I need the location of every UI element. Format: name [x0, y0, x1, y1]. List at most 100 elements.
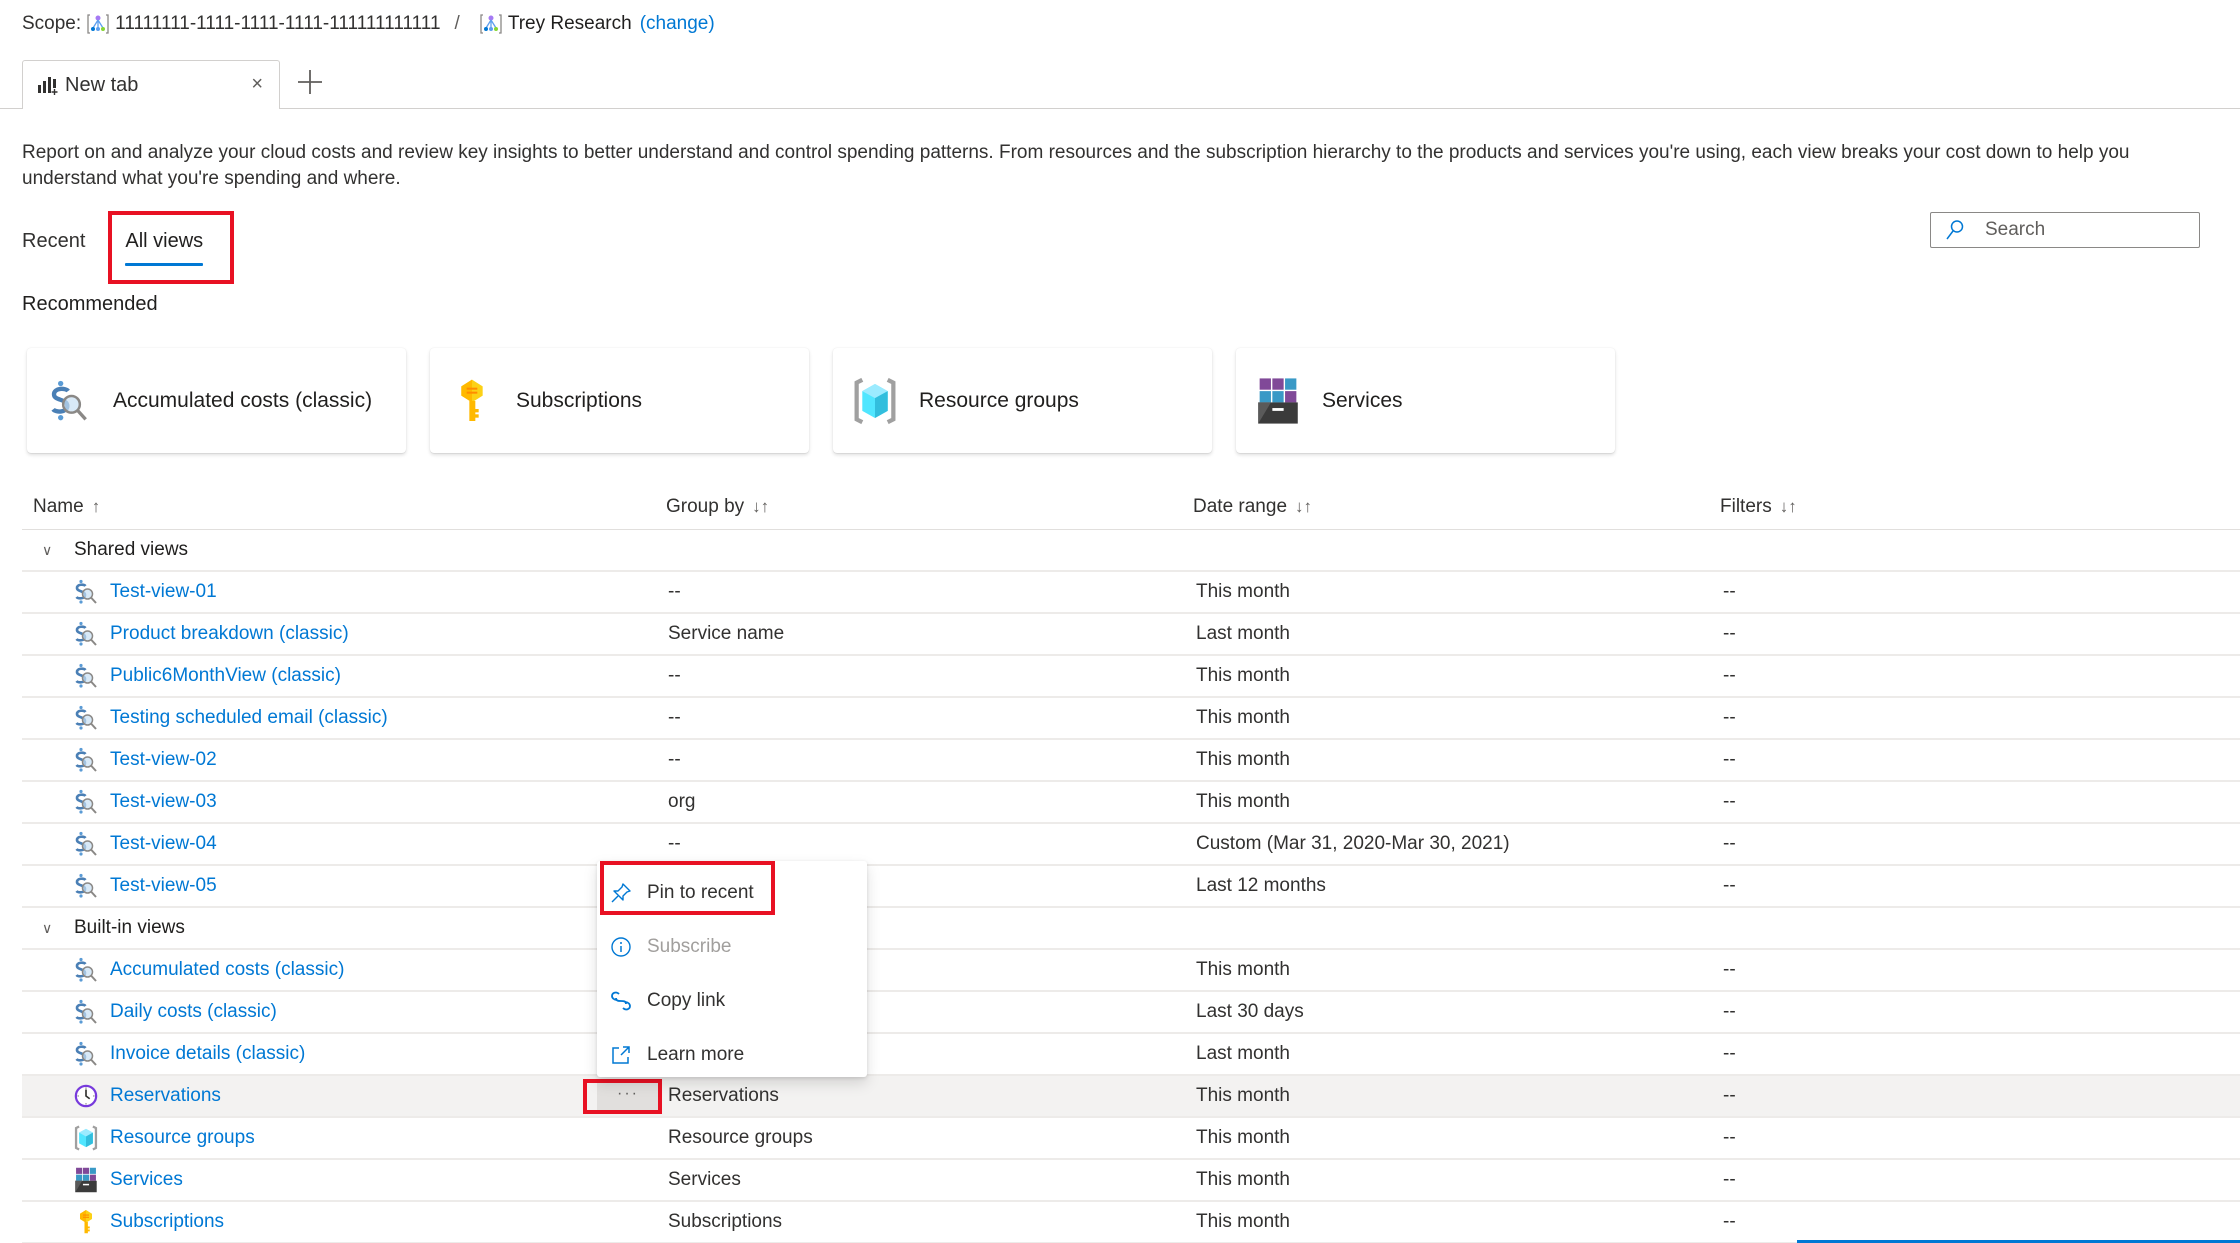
table-row[interactable]: Product breakdown (classic) Service name L… [22, 614, 2240, 656]
cell-name: Test-view-02 [22, 747, 666, 773]
view-name-link[interactable]: Resource groups [110, 1127, 255, 1149]
sort-icon[interactable]: ↓↑ [1295, 497, 1312, 516]
view-name-link[interactable]: Product breakdown (classic) [110, 623, 349, 645]
view-name-link[interactable]: Daily costs (classic) [110, 1001, 277, 1023]
view-name-link[interactable]: Test-view-01 [110, 581, 217, 603]
column-header-date-range[interactable]: Date range ↓↑ [1193, 496, 1720, 518]
cell-filters: -- [1723, 1043, 1736, 1064]
cell-name: Public6MonthView (classic) [22, 663, 666, 689]
services-icon [74, 1167, 98, 1193]
resource-group-icon [853, 377, 897, 425]
table-row[interactable]: Test-view-05 Last 12 months -- [22, 866, 2240, 908]
scope-label: Scope: [22, 13, 82, 34]
column-header-group-by[interactable]: Group by ↓↑ [666, 496, 1193, 518]
view-name-link[interactable]: Subscriptions [110, 1211, 224, 1233]
external-link-icon [612, 1046, 630, 1064]
table-row[interactable]: Daily costs (classic) Last 30 days -- [22, 992, 2240, 1034]
menu-item-pin-to-recent[interactable]: Pin to recent [597, 866, 867, 920]
table-row[interactable]: Resource groups Resource groups This month… [22, 1118, 2240, 1160]
cell-name: Daily costs (classic) [22, 999, 666, 1025]
table-row[interactable]: Subscriptions Subscriptions This month -- [22, 1202, 2240, 1243]
cell-group-by: -- [668, 749, 681, 770]
cell-name: Test-view-04 [22, 831, 666, 857]
cell-date-range: This month [1196, 581, 1290, 602]
card-resource-groups[interactable]: Resource groups [833, 348, 1212, 453]
cost-analysis-icon [38, 77, 58, 95]
menu-item-copy-link[interactable]: Copy link [597, 974, 867, 1028]
table-row[interactable]: Test-view-04 -- Custom (Mar 31, 2020-Mar 3… [22, 824, 2240, 866]
table-row[interactable]: Test-view-01 -- This month -- [22, 572, 2240, 614]
cell-date-range: This month [1196, 1169, 1290, 1190]
tab-label: New tab [65, 73, 139, 96]
column-header-filters[interactable]: Filters ↓↑ [1720, 496, 2240, 518]
pin-icon [611, 883, 631, 903]
view-name-link[interactable]: Reservations [110, 1085, 221, 1107]
view-name-link[interactable]: Invoice details (classic) [110, 1043, 305, 1065]
cost-view-icon [74, 621, 98, 647]
view-name-link[interactable]: Test-view-05 [110, 875, 217, 897]
group-row[interactable]: ∨ Built-in views [22, 908, 2240, 950]
cell-date-range: Last 30 days [1196, 1001, 1304, 1022]
table-body: ∨ Shared views Test-view-01 -- This month -- P… [22, 530, 2240, 1243]
cell-filters: -- [1723, 1085, 1736, 1106]
card-services[interactable]: Services [1236, 348, 1615, 453]
table-row[interactable]: Services Services This month -- [22, 1160, 2240, 1202]
scope-separator: / [454, 13, 460, 34]
cell-filters: -- [1723, 581, 1736, 602]
sort-icon[interactable]: ↓↑ [752, 497, 769, 516]
cell-filters: -- [1723, 833, 1736, 854]
view-name-link[interactable]: Testing scheduled email (classic) [110, 707, 388, 729]
cost-view-icon [74, 831, 98, 857]
more-options-button[interactable]: ··· [597, 1083, 659, 1111]
services-icon [1256, 377, 1300, 425]
table-row[interactable]: Reservations Reservations This month -- [22, 1076, 2240, 1118]
cell-group-by: Resource groups [668, 1127, 813, 1148]
table-header: Name ↑ Group by ↓↑ Date range ↓↑ Filters ↓↑ [22, 484, 2240, 530]
cost-view-icon [74, 873, 98, 899]
view-name-link[interactable]: Public6MonthView (classic) [110, 665, 341, 687]
table-row[interactable]: Accumulated costs (classic) This month -- [22, 950, 2240, 992]
menu-item-learn-more[interactable]: Learn more [597, 1028, 867, 1082]
chevron-down-icon[interactable]: ∨ [42, 920, 62, 937]
table-row[interactable]: Test-view-03 org This month -- [22, 782, 2240, 824]
card-accumulated-costs[interactable]: Accumulated costs (classic) [27, 348, 406, 453]
table-row[interactable]: Testing scheduled email (classic) -- This … [22, 698, 2240, 740]
pivot-recent[interactable]: Recent [22, 222, 85, 262]
table-row[interactable]: Invoice details (classic) Last month -- [22, 1034, 2240, 1076]
pivot-all-views[interactable]: All views [125, 222, 203, 266]
management-group-icon [480, 13, 502, 35]
search-input[interactable] [1985, 219, 2185, 241]
search-box[interactable] [1930, 212, 2200, 248]
add-tab-icon[interactable] [292, 64, 328, 100]
scope-name: Trey Research [507, 13, 632, 34]
link-icon [611, 991, 631, 1011]
view-name-link[interactable]: Accumulated costs (classic) [110, 959, 344, 981]
change-scope-link[interactable]: (change) [640, 13, 715, 35]
sort-ascending-icon[interactable]: ↑ [92, 497, 101, 516]
key-icon [77, 1209, 95, 1235]
column-header-name[interactable]: Name ↑ [22, 496, 666, 518]
chevron-down-icon[interactable]: ∨ [42, 542, 62, 559]
tab-new-tab[interactable]: New tab × [22, 60, 280, 110]
group-row[interactable]: ∨ Shared views [22, 530, 2240, 572]
card-subscriptions[interactable]: Subscriptions [430, 348, 809, 453]
view-name-link[interactable]: Test-view-02 [110, 749, 217, 771]
recommended-cards: Accumulated costs (classic) Subscription… [27, 348, 1615, 453]
cell-group-by: -- [668, 833, 681, 854]
sort-icon[interactable]: ↓↑ [1780, 497, 1797, 516]
view-name-link[interactable]: Test-view-04 [110, 833, 217, 855]
view-name-link[interactable]: Test-view-03 [110, 791, 217, 813]
cell-filters: -- [1723, 665, 1736, 686]
cost-view-icon [74, 705, 98, 731]
table-row[interactable]: Test-view-02 -- This month -- [22, 740, 2240, 782]
table-row[interactable]: Public6MonthView (classic) -- This month -- [22, 656, 2240, 698]
view-name-link[interactable]: Services [110, 1169, 183, 1191]
cost-view-icon [74, 579, 98, 605]
close-tab-icon[interactable]: × [251, 73, 263, 96]
cell-date-range: This month [1196, 665, 1290, 686]
cell-date-range: This month [1196, 1085, 1290, 1106]
cell-date-range: This month [1196, 1127, 1290, 1148]
cell-filters: -- [1723, 875, 1736, 896]
cell-group-by: Subscriptions [668, 1211, 783, 1232]
cell-date-range: This month [1196, 707, 1290, 728]
